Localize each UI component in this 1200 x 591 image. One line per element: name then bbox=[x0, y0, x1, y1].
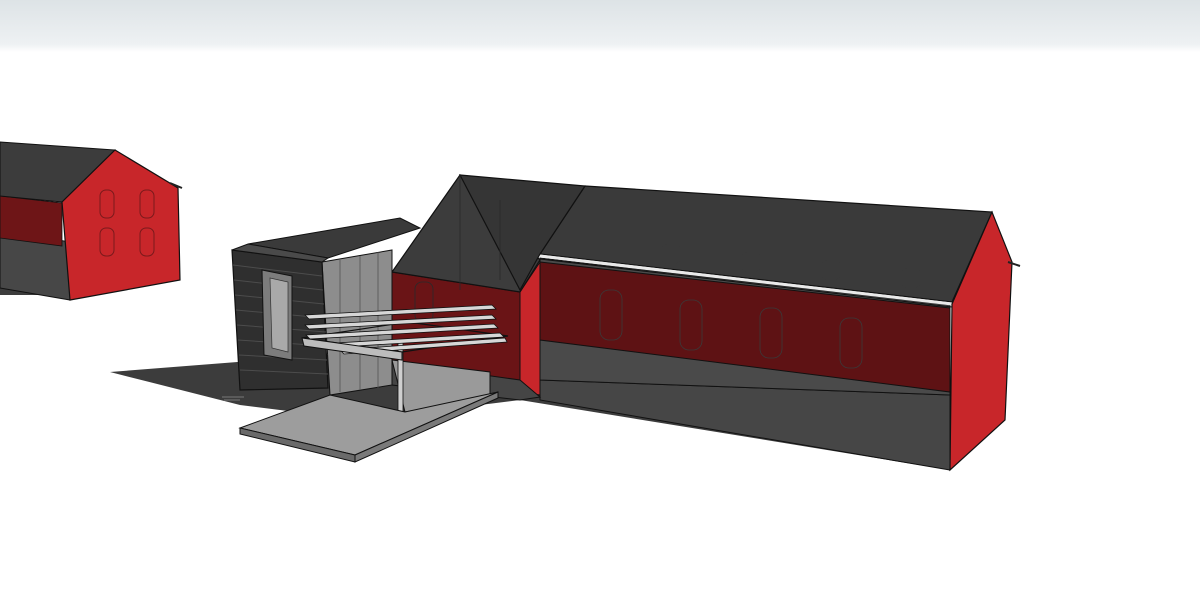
neighbour-side-wall-red bbox=[0, 195, 63, 247]
main-barn[interactable] bbox=[538, 185, 1021, 472]
neighbouring-house[interactable] bbox=[0, 141, 183, 301]
barn-lower-wall bbox=[539, 379, 951, 471]
model-viewport[interactable] bbox=[0, 0, 1200, 591]
